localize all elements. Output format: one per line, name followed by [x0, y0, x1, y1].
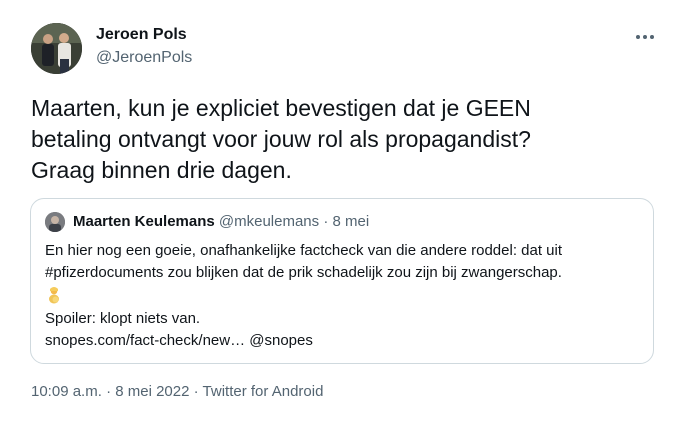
pregnant-emoji-icon — [45, 284, 645, 308]
more-dot — [650, 35, 654, 39]
tweet-time[interactable]: 10:09 a.m. — [31, 383, 102, 400]
quoted-body: En hier nog een goeie, onafhankelijke fa… — [45, 240, 645, 352]
quoted-author-avatar — [45, 212, 65, 232]
quoted-body-line: #pfizerdocuments zou blijken dat de prik… — [45, 264, 562, 281]
tweet-card: Jeroen Pols @JeroenPols Maarten, kun je … — [0, 0, 692, 429]
tweet-source[interactable]: Twitter for Android — [203, 383, 324, 400]
meta-separator: · — [106, 383, 112, 400]
author-name[interactable]: Jeroen Pols — [96, 26, 187, 44]
quoted-header: Maarten Keulemans @mkeulemans · 8 mei — [73, 213, 369, 230]
tweet-text-line: Graag binnen drie dagen. — [31, 157, 292, 183]
more-dot — [643, 35, 647, 39]
more-options-icon[interactable] — [628, 22, 662, 52]
quoted-author-name: Maarten Keulemans — [73, 213, 215, 230]
quoted-tweet[interactable]: Maarten Keulemans @mkeulemans · 8 mei En… — [30, 198, 654, 364]
quoted-date: 8 mei — [332, 213, 370, 230]
meta-separator: · — [193, 383, 199, 400]
tweet-meta: 10:09 a.m. · 8 mei 2022 · Twitter for An… — [31, 383, 323, 400]
quoted-link-line: snopes.com/fact-check/new… @snopes — [45, 330, 645, 352]
tweet-date[interactable]: 8 mei 2022 — [115, 383, 189, 400]
quoted-mention[interactable]: @snopes — [249, 332, 313, 349]
quoted-spoiler-line: Spoiler: klopt niets van. — [45, 310, 201, 327]
tweet-text: Maarten, kun je expliciet bevestigen dat… — [31, 93, 661, 186]
more-dot — [636, 35, 640, 39]
author-avatar[interactable] — [31, 23, 82, 74]
tweet-text-line: Maarten, kun je expliciet bevestigen dat… — [31, 95, 531, 121]
author-handle[interactable]: @JeroenPols — [96, 49, 192, 67]
quoted-author-handle: @mkeulemans — [218, 213, 320, 230]
quoted-link[interactable]: snopes.com/fact-check/new… — [45, 332, 245, 349]
quoted-separator: · — [323, 213, 329, 230]
tweet-text-line: betaling ontvangt voor jouw rol als prop… — [31, 126, 531, 152]
quoted-body-line: En hier nog een goeie, onafhankelijke fa… — [45, 242, 563, 259]
